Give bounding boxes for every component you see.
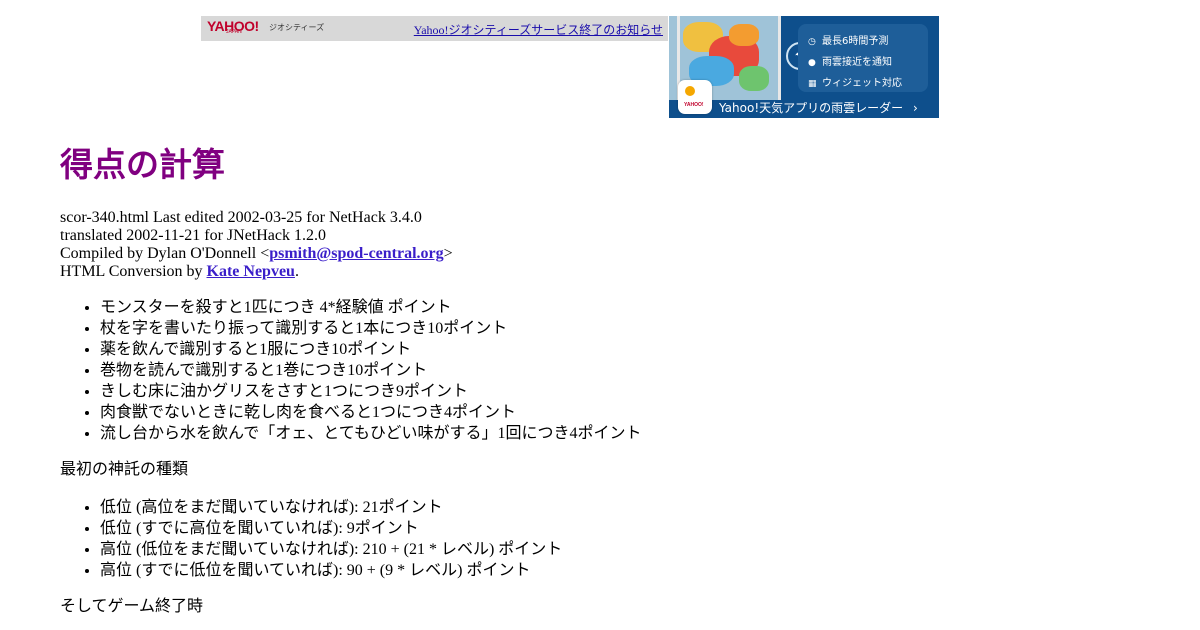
meta-translation-line: translated 2002-11-21 for JNetHack 1.2.0 xyxy=(60,227,326,244)
ad-feature-label: ウィジェット対応 xyxy=(822,78,902,89)
conversion-prefix: HTML Conversion by xyxy=(60,263,207,280)
ad-caption-text: Yahoo!天気アプリの雨雲レーダー xyxy=(719,101,904,115)
list-item: 巻物を読んで識別すると1巻につき10ポイント xyxy=(100,360,641,381)
points-list: モンスターを殺すと1匹につき 4*経験値 ポイント 杖を字を書いたり振って識別す… xyxy=(60,297,641,444)
clock-icon: ◷ xyxy=(808,37,816,47)
meta-compiled-line: Compiled by Dylan O'Donnell <psmith@spod… xyxy=(60,245,453,263)
ad-feature-item: ▦ ウィジェット対応 xyxy=(808,74,902,89)
conversion-suffix: . xyxy=(294,263,299,280)
ad-caption[interactable]: Yahoo!天気アプリの雨雲レーダー › xyxy=(719,99,918,116)
list-item: 肉食獣でないときに乾し肉を食べると1つにつき4ポイント xyxy=(100,402,641,423)
service-end-notice-link[interactable]: Yahoo!ジオシティーズサービス終了のお知らせ xyxy=(414,21,663,38)
ad-feature-list: ◷ 最長6時間予測 ● 雨雲接近を通知 ▦ ウィジェット対応 xyxy=(798,24,928,92)
app-icon-label: YAHOO! xyxy=(684,102,704,108)
ad-feature-label: 雨雲接近を通知 xyxy=(822,57,892,68)
ad-feature-label: 最長6時間予測 xyxy=(822,36,889,47)
list-item: モンスターを殺すと1匹につき 4*経験値 ポイント xyxy=(100,297,641,318)
oracle-section-heading: 最初の神託の種類 xyxy=(60,461,189,478)
list-item: 高位 (低位をまだ聞いていなければ): 210 + (21 * レベル) ポイン… xyxy=(100,539,562,560)
list-item: 流し台から水を飲んで「オェ、とてもひどい味がする」1回につき4ポイント xyxy=(100,423,641,444)
ad-feature-item: ● 雨雲接近を通知 xyxy=(808,53,892,68)
meta-conversion-line: HTML Conversion by Kate Nepveu. xyxy=(60,263,453,281)
ad-feature-item: ◷ 最長6時間予測 xyxy=(808,32,888,47)
list-item: 杖を字を書いたり振って識別すると1本につき10ポイント xyxy=(100,318,641,339)
location-pin-icon: ● xyxy=(808,58,816,68)
chevron-right-icon: › xyxy=(912,101,918,115)
weather-app-ad-banner[interactable]: YAHOO! ☂ ◷最長6時間予測 ●雨雲接近を通知 ▦ウィジェット対応 Yah… xyxy=(669,16,939,118)
list-item: 低位 (すでに高位を聞いていれば): 9ポイント xyxy=(100,518,562,539)
yahoo-weather-app-icon: YAHOO! xyxy=(678,80,712,114)
list-item: 低位 (高位をまだ聞いていなければ): 21ポイント xyxy=(100,497,562,518)
document-metadata: scor-340.html Last edited 2002-03-25 for… xyxy=(60,209,453,281)
converter-name-link[interactable]: Kate Nepveu xyxy=(207,263,295,280)
oracle-points-list: 低位 (高位をまだ聞いていなければ): 21ポイント 低位 (すでに高位を聞いて… xyxy=(60,497,562,581)
list-item: 薬を飲んで識別すると1服につき10ポイント xyxy=(100,339,641,360)
page-title: 得点の計算 xyxy=(60,145,225,184)
yahoo-japan-logo-sub: JAPAN xyxy=(226,29,242,35)
widget-grid-icon: ▦ xyxy=(808,79,817,89)
geocities-brand-label: ジオシティーズ xyxy=(269,23,325,32)
list-item: 高位 (すでに低位を聞いていれば): 90 + (9 * レベル) ポイント xyxy=(100,560,562,581)
geocities-header-bar: YAHOO! JAPAN ジオシティーズ Yahoo!ジオシティーズサービス終了… xyxy=(201,16,668,41)
list-item: きしむ床に油かグリスをさすと1つにつき9ポイント xyxy=(100,381,641,402)
author-email-link[interactable]: psmith@spod-central.org xyxy=(269,245,443,262)
sun-icon xyxy=(685,86,695,96)
compiled-prefix: Compiled by Dylan O'Donnell < xyxy=(60,245,270,262)
game-end-section-heading: そしてゲーム終了時 xyxy=(60,598,204,615)
meta-edit-line: scor-340.html Last edited 2002-03-25 for… xyxy=(60,209,422,226)
compiled-suffix: > xyxy=(443,245,453,262)
